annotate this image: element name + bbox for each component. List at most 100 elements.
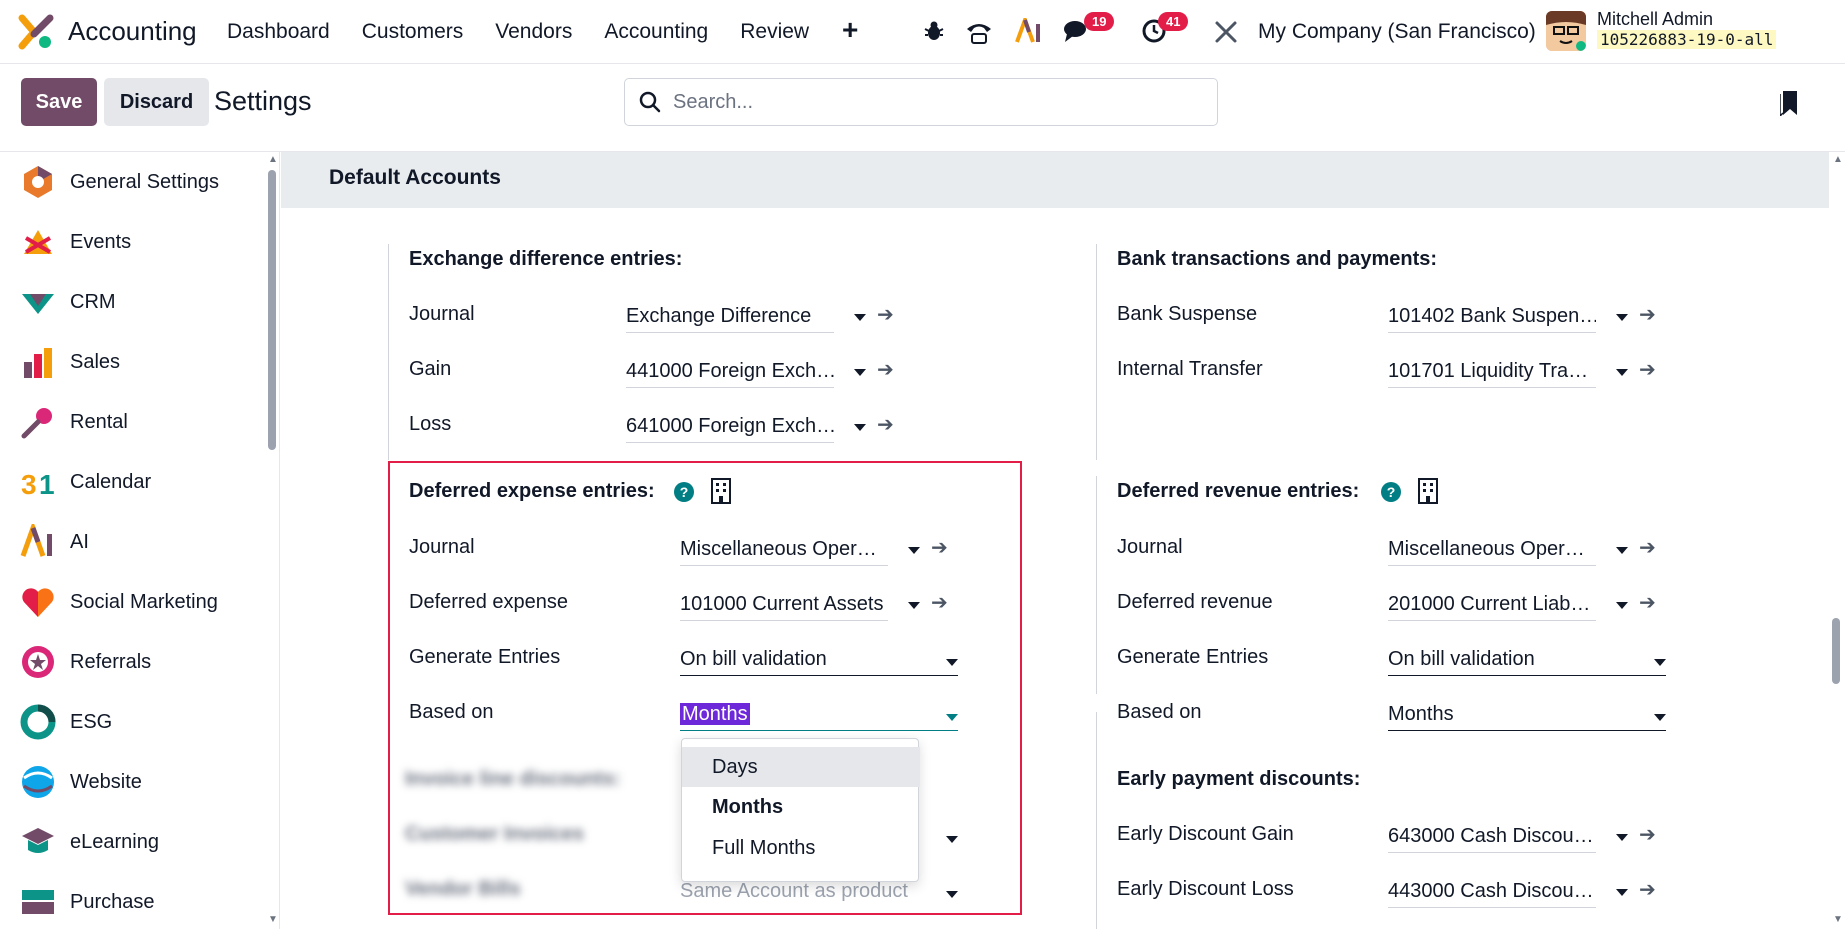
sidebar-item-purchase[interactable]: Purchase bbox=[0, 872, 265, 929]
company-switcher[interactable]: My Company (San Francisco) bbox=[1258, 20, 1536, 44]
option-months[interactable]: Months bbox=[682, 787, 920, 827]
sidebar-item-label: Sales bbox=[70, 350, 121, 373]
crm-icon bbox=[22, 294, 54, 314]
user-name[interactable]: Mitchell Admin bbox=[1597, 9, 1713, 30]
calendar-icon: 3 1 bbox=[21, 469, 55, 500]
scroll-up-icon[interactable]: ▲ bbox=[268, 154, 278, 165]
search-icon bbox=[639, 91, 661, 113]
bank-suspense-field[interactable]: 101402 Bank Suspen… bbox=[1388, 305, 1596, 333]
exchange-journal-field[interactable]: Exchange Difference bbox=[626, 305, 834, 333]
bank-suspense-label: Bank Suspense bbox=[1117, 303, 1258, 325]
discard-button[interactable]: Discard bbox=[104, 78, 209, 126]
sidebar-item-social-marketing[interactable]: Social Marketing bbox=[0, 572, 265, 632]
sidebar-item-label: Social Marketing bbox=[70, 590, 218, 613]
phone-icon[interactable] bbox=[965, 19, 993, 45]
sidebar-scrollbar[interactable] bbox=[268, 170, 276, 450]
deferred-revenue-account-label: Deferred revenue bbox=[1117, 591, 1273, 613]
chat-badge: 19 bbox=[1084, 12, 1115, 31]
early-discount-loss-field[interactable]: 443000 Cash Discou… bbox=[1388, 880, 1596, 908]
main-scroll-up-icon[interactable]: ▲ bbox=[1833, 154, 1843, 165]
sidebar-item-label: ESG bbox=[70, 710, 113, 733]
chevron-down-icon[interactable] bbox=[854, 369, 866, 376]
database-name: 105226883-19-0-all bbox=[1597, 30, 1777, 49]
internal-link-arrow-icon[interactable]: ➔ bbox=[877, 357, 894, 382]
menu-review[interactable]: Review bbox=[740, 20, 809, 44]
internal-link-arrow-icon[interactable]: ➔ bbox=[877, 412, 894, 437]
sidebar-item-label: Referrals bbox=[70, 650, 152, 673]
sidebar-item-calendar[interactable]: 3 1 Calendar bbox=[0, 452, 265, 512]
new-plus-button[interactable]: + bbox=[842, 14, 858, 46]
sidebar-item-label: General Settings bbox=[70, 170, 219, 193]
chevron-down-icon[interactable] bbox=[854, 424, 866, 431]
sidebar-item-elearning[interactable]: eLearning bbox=[0, 812, 265, 872]
divider bbox=[388, 244, 389, 460]
chevron-down-icon[interactable] bbox=[1654, 659, 1666, 666]
deferred-revenue-based-on-select[interactable]: Months bbox=[1388, 703, 1666, 731]
sidebar-item-crm[interactable]: CRM bbox=[0, 272, 265, 332]
based-on-dropdown: Days Months Full Months bbox=[681, 738, 920, 882]
sidebar-item-referrals[interactable]: Referrals bbox=[0, 632, 265, 692]
menu-accounting[interactable]: Accounting bbox=[604, 20, 708, 44]
app-name[interactable]: Accounting bbox=[68, 16, 197, 47]
search-box[interactable] bbox=[624, 78, 1218, 126]
internal-link-arrow-icon[interactable]: ➔ bbox=[1639, 877, 1656, 902]
bug-icon[interactable] bbox=[923, 20, 945, 42]
chevron-down-icon[interactable] bbox=[1616, 602, 1628, 609]
sidebar-item-label: Events bbox=[70, 230, 132, 253]
menu-customers[interactable]: Customers bbox=[362, 20, 464, 44]
internal-link-arrow-icon[interactable]: ➔ bbox=[1639, 357, 1656, 382]
chevron-down-icon[interactable] bbox=[1616, 369, 1628, 376]
internal-link-arrow-icon[interactable]: ➔ bbox=[1639, 590, 1656, 615]
internal-link-arrow-icon[interactable]: ➔ bbox=[1639, 822, 1656, 847]
internal-transfer-field[interactable]: 101701 Liquidity Tra… bbox=[1388, 360, 1596, 388]
exchange-gain-field[interactable]: 441000 Foreign Exch… bbox=[626, 360, 834, 388]
sidebar-item-events[interactable]: Events bbox=[0, 212, 265, 272]
deferred-revenue-account-field[interactable]: 201000 Current Liab… bbox=[1388, 593, 1596, 621]
help-icon[interactable]: ? bbox=[1381, 482, 1401, 502]
deferred-revenue-journal-field[interactable]: Miscellaneous Oper… bbox=[1388, 538, 1596, 566]
save-button[interactable]: Save bbox=[21, 78, 97, 126]
deferred-revenue-generate-select[interactable]: On bill validation bbox=[1388, 648, 1666, 676]
sidebar-item-ai[interactable]: AI bbox=[0, 512, 265, 572]
exchange-gain-label: Gain bbox=[409, 358, 452, 380]
internal-link-arrow-icon[interactable]: ➔ bbox=[1639, 535, 1656, 560]
accounting-app-icon[interactable] bbox=[18, 14, 54, 50]
early-discount-gain-field[interactable]: 643000 Cash Discou… bbox=[1388, 825, 1596, 853]
main-scroll-down-icon[interactable]: ▼ bbox=[1833, 914, 1843, 925]
chevron-down-icon[interactable] bbox=[854, 314, 866, 321]
menu-dashboard[interactable]: Dashboard bbox=[227, 20, 330, 44]
sidebar-item-esg[interactable]: ESG bbox=[0, 692, 265, 752]
sidebar-item-label: Purchase bbox=[70, 890, 155, 913]
chevron-down-icon[interactable] bbox=[1616, 547, 1628, 554]
purchase-icon bbox=[22, 890, 54, 914]
tools-icon[interactable] bbox=[1214, 20, 1238, 44]
option-full-months[interactable]: Full Months bbox=[682, 828, 920, 868]
search-input[interactable] bbox=[673, 90, 1173, 114]
menu-vendors[interactable]: Vendors bbox=[495, 20, 572, 44]
chevron-down-icon[interactable] bbox=[1616, 834, 1628, 841]
internal-link-arrow-icon[interactable]: ➔ bbox=[1639, 302, 1656, 327]
chevron-down-icon[interactable] bbox=[1654, 714, 1666, 721]
exchange-title: Exchange difference entries: bbox=[409, 248, 683, 270]
activity-badge: 41 bbox=[1158, 12, 1189, 31]
chevron-down-icon[interactable] bbox=[1616, 314, 1628, 321]
option-days[interactable]: Days bbox=[682, 747, 920, 787]
bookmark-icon[interactable] bbox=[1780, 90, 1800, 116]
elearning-icon bbox=[22, 828, 54, 853]
exchange-loss-field[interactable]: 641000 Foreign Exch… bbox=[626, 415, 834, 443]
exchange-journal-label: Journal bbox=[409, 303, 475, 325]
user-avatar[interactable] bbox=[1546, 11, 1586, 51]
internal-link-arrow-icon[interactable]: ➔ bbox=[877, 302, 894, 327]
ai-icon bbox=[20, 524, 52, 557]
ai-icon[interactable] bbox=[1015, 18, 1043, 44]
divider bbox=[1096, 712, 1097, 929]
chevron-down-icon[interactable] bbox=[1616, 889, 1628, 896]
sidebar-item-website[interactable]: Website bbox=[0, 752, 265, 812]
main-scrollbar[interactable] bbox=[1832, 618, 1840, 684]
sidebar-item-label: eLearning bbox=[70, 830, 159, 853]
sidebar-item-sales[interactable]: Sales bbox=[0, 332, 265, 392]
scroll-down-icon[interactable]: ▼ bbox=[268, 914, 278, 925]
early-discount-loss-label: Early Discount Loss bbox=[1117, 878, 1294, 900]
sidebar-item-general-settings[interactable]: General Settings bbox=[0, 152, 265, 212]
sidebar-item-rental[interactable]: Rental bbox=[0, 392, 265, 452]
